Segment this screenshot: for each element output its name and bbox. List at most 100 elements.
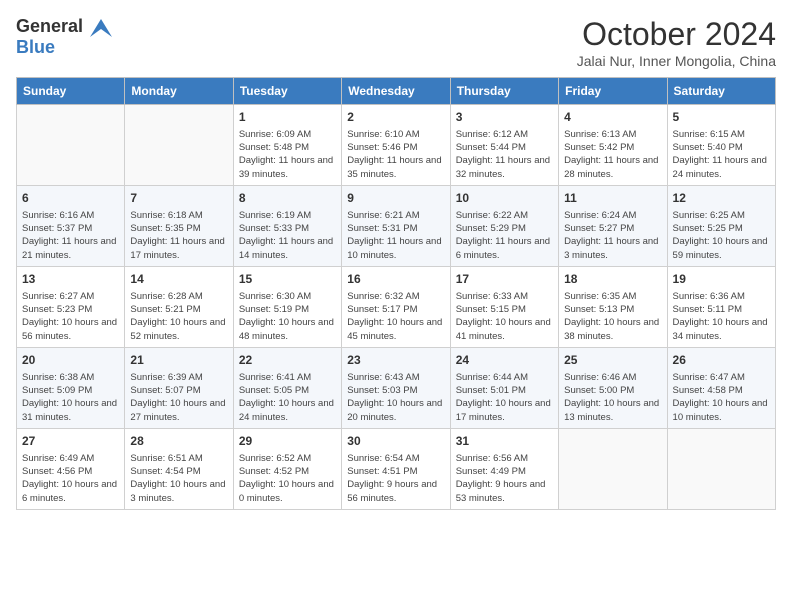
calendar-cell: 13 Sunrise: 6:27 AM Sunset: 5:23 PM Dayli… — [17, 266, 125, 347]
weekday-header-wednesday: Wednesday — [342, 78, 450, 105]
day-number: 10 — [456, 190, 553, 207]
calendar-cell — [667, 428, 775, 509]
day-detail: Sunrise: 6:21 AM Sunset: 5:31 PM Dayligh… — [347, 209, 444, 262]
day-number: 26 — [673, 352, 770, 369]
weekday-header-tuesday: Tuesday — [233, 78, 341, 105]
calendar-cell: 19Sunrise: 6:36 AM Sunset: 5:11 PM Dayli… — [667, 266, 775, 347]
calendar-cell: 10 Sunrise: 6:22 AM Sunset: 5:29 PM Dayli… — [450, 185, 558, 266]
day-number: 31 — [456, 433, 553, 450]
calendar-week-2: 6 Sunrise: 6:16 AM Sunset: 5:37 PM Daylig… — [17, 185, 776, 266]
calendar-cell: 26 Sunrise: 6:47 AM Sunset: 4:58 PM Dayli… — [667, 347, 775, 428]
day-detail: Sunrise: 6:15 AM Sunset: 5:40 PM Dayligh… — [673, 128, 770, 181]
calendar-cell — [125, 105, 233, 186]
day-number: 20 — [22, 352, 119, 369]
calendar-cell: 5 Sunrise: 6:15 AM Sunset: 5:40 PM Daylig… — [667, 105, 775, 186]
calendar-cell: 4Sunrise: 6:13 AM Sunset: 5:42 PM Daylig… — [559, 105, 667, 186]
calendar-cell: 12 Sunrise: 6:25 AM Sunset: 5:25 PM Dayli… — [667, 185, 775, 266]
calendar-cell: 17 Sunrise: 6:33 AM Sunset: 5:15 PM Dayli… — [450, 266, 558, 347]
calendar-week-4: 20 Sunrise: 6:38 AM Sunset: 5:09 PM Dayli… — [17, 347, 776, 428]
calendar-cell: 1 Sunrise: 6:09 AM Sunset: 5:48 PM Daylig… — [233, 105, 341, 186]
calendar-cell: 27 Sunrise: 6:49 AM Sunset: 4:56 PM Dayli… — [17, 428, 125, 509]
day-number: 22 — [239, 352, 336, 369]
day-number: 24 — [456, 352, 553, 369]
calendar-cell: 11 Sunrise: 6:24 AM Sunset: 5:27 PM Dayli… — [559, 185, 667, 266]
day-detail: Sunrise: 6:47 AM Sunset: 4:58 PM Dayligh… — [673, 371, 770, 424]
day-number: 2 — [347, 109, 444, 126]
day-number: 23 — [347, 352, 444, 369]
day-detail: Sunrise: 6:39 AM Sunset: 5:07 PM Dayligh… — [130, 371, 227, 424]
logo-bird-icon — [90, 19, 112, 37]
day-detail: Sunrise: 6:46 AM Sunset: 5:00 PM Dayligh… — [564, 371, 661, 424]
calendar-cell: 3 Sunrise: 6:12 AM Sunset: 5:44 PM Daylig… — [450, 105, 558, 186]
calendar-cell: 9 Sunrise: 6:21 AM Sunset: 5:31 PM Daylig… — [342, 185, 450, 266]
calendar-cell: 25 Sunrise: 6:46 AM Sunset: 5:00 PM Dayli… — [559, 347, 667, 428]
calendar-cell: 7Sunrise: 6:18 AM Sunset: 5:35 PM Daylig… — [125, 185, 233, 266]
day-number: 18 — [564, 271, 661, 288]
day-detail: Sunrise: 6:09 AM Sunset: 5:48 PM Dayligh… — [239, 128, 336, 181]
day-number: 21 — [130, 352, 227, 369]
day-number: 30 — [347, 433, 444, 450]
day-detail: Sunrise: 6:28 AM Sunset: 5:21 PM Dayligh… — [130, 290, 227, 343]
weekday-header-saturday: Saturday — [667, 78, 775, 105]
day-detail: Sunrise: 6:27 AM Sunset: 5:23 PM Dayligh… — [22, 290, 119, 343]
day-detail: Sunrise: 6:51 AM Sunset: 4:54 PM Dayligh… — [130, 452, 227, 505]
day-number: 14 — [130, 271, 227, 288]
logo: General Blue — [16, 16, 112, 58]
day-detail: Sunrise: 6:30 AM Sunset: 5:19 PM Dayligh… — [239, 290, 336, 343]
calendar-cell: 14 Sunrise: 6:28 AM Sunset: 5:21 PM Dayli… — [125, 266, 233, 347]
day-detail: Sunrise: 6:19 AM Sunset: 5:33 PM Dayligh… — [239, 209, 336, 262]
day-detail: Sunrise: 6:44 AM Sunset: 5:01 PM Dayligh… — [456, 371, 553, 424]
weekday-header-thursday: Thursday — [450, 78, 558, 105]
day-number: 27 — [22, 433, 119, 450]
day-detail: Sunrise: 6:56 AM Sunset: 4:49 PM Dayligh… — [456, 452, 553, 505]
weekday-header-friday: Friday — [559, 78, 667, 105]
calendar-cell: 29Sunrise: 6:52 AM Sunset: 4:52 PM Dayli… — [233, 428, 341, 509]
calendar-cell: 15 Sunrise: 6:30 AM Sunset: 5:19 PM Dayli… — [233, 266, 341, 347]
day-number: 6 — [22, 190, 119, 207]
month-title: October 2024 — [577, 16, 776, 53]
day-number: 29 — [239, 433, 336, 450]
day-number: 15 — [239, 271, 336, 288]
calendar-cell: 21 Sunrise: 6:39 AM Sunset: 5:07 PM Dayli… — [125, 347, 233, 428]
calendar-cell: 28 Sunrise: 6:51 AM Sunset: 4:54 PM Dayli… — [125, 428, 233, 509]
day-detail: Sunrise: 6:33 AM Sunset: 5:15 PM Dayligh… — [456, 290, 553, 343]
day-number: 1 — [239, 109, 336, 126]
calendar-cell: 31 Sunrise: 6:56 AM Sunset: 4:49 PM Dayli… — [450, 428, 558, 509]
day-detail: Sunrise: 6:41 AM Sunset: 5:05 PM Dayligh… — [239, 371, 336, 424]
calendar-cell: 30Sunrise: 6:54 AM Sunset: 4:51 PM Dayli… — [342, 428, 450, 509]
day-detail: Sunrise: 6:12 AM Sunset: 5:44 PM Dayligh… — [456, 128, 553, 181]
day-number: 13 — [22, 271, 119, 288]
day-detail: Sunrise: 6:32 AM Sunset: 5:17 PM Dayligh… — [347, 290, 444, 343]
day-number: 7 — [130, 190, 227, 207]
day-detail: Sunrise: 6:49 AM Sunset: 4:56 PM Dayligh… — [22, 452, 119, 505]
day-number: 25 — [564, 352, 661, 369]
page-header: General Blue October 2024 Jalai Nur, Inn… — [16, 16, 776, 69]
calendar-cell — [17, 105, 125, 186]
day-detail: Sunrise: 6:25 AM Sunset: 5:25 PM Dayligh… — [673, 209, 770, 262]
day-detail: Sunrise: 6:16 AM Sunset: 5:37 PM Dayligh… — [22, 209, 119, 262]
calendar-table: SundayMondayTuesdayWednesdayThursdayFrid… — [16, 77, 776, 510]
day-detail: Sunrise: 6:24 AM Sunset: 5:27 PM Dayligh… — [564, 209, 661, 262]
day-number: 5 — [673, 109, 770, 126]
day-number: 11 — [564, 190, 661, 207]
calendar-cell: 23 Sunrise: 6:43 AM Sunset: 5:03 PM Dayli… — [342, 347, 450, 428]
calendar-cell: 20 Sunrise: 6:38 AM Sunset: 5:09 PM Dayli… — [17, 347, 125, 428]
weekday-header-sunday: Sunday — [17, 78, 125, 105]
calendar-week-3: 13 Sunrise: 6:27 AM Sunset: 5:23 PM Dayli… — [17, 266, 776, 347]
day-number: 3 — [456, 109, 553, 126]
day-detail: Sunrise: 6:38 AM Sunset: 5:09 PM Dayligh… — [22, 371, 119, 424]
weekday-header-monday: Monday — [125, 78, 233, 105]
calendar-cell: 8Sunrise: 6:19 AM Sunset: 5:33 PM Daylig… — [233, 185, 341, 266]
day-number: 4 — [564, 109, 661, 126]
day-number: 28 — [130, 433, 227, 450]
day-detail: Sunrise: 6:43 AM Sunset: 5:03 PM Dayligh… — [347, 371, 444, 424]
calendar-cell: 2Sunrise: 6:10 AM Sunset: 5:46 PM Daylig… — [342, 105, 450, 186]
day-detail: Sunrise: 6:36 AM Sunset: 5:11 PM Dayligh… — [673, 290, 770, 343]
day-number: 17 — [456, 271, 553, 288]
logo-general-text: General — [16, 16, 112, 37]
day-number: 12 — [673, 190, 770, 207]
calendar-week-1: 1 Sunrise: 6:09 AM Sunset: 5:48 PM Daylig… — [17, 105, 776, 186]
calendar-cell: 18Sunrise: 6:35 AM Sunset: 5:13 PM Dayli… — [559, 266, 667, 347]
day-number: 9 — [347, 190, 444, 207]
day-detail: Sunrise: 6:22 AM Sunset: 5:29 PM Dayligh… — [456, 209, 553, 262]
